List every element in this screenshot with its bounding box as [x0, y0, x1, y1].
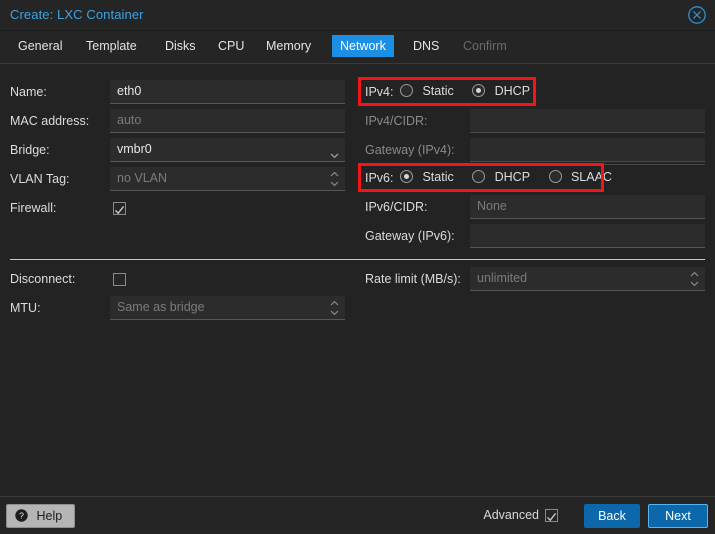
ipv6-slaac-radio[interactable]: SLAAC — [548, 166, 612, 188]
question-circle-icon: ? — [15, 507, 28, 522]
dialog-footer: ? Help Advanced Back Next — [0, 496, 715, 534]
tab-memory[interactable]: Memory — [258, 35, 319, 57]
back-button[interactable]: Back — [584, 504, 640, 528]
rate-limit-input[interactable]: unlimited — [470, 267, 705, 291]
firewall-checkbox[interactable] — [113, 202, 126, 215]
tab-cpu[interactable]: CPU — [210, 35, 252, 57]
disconnect-checkbox[interactable] — [113, 273, 126, 286]
close-circle-icon[interactable] — [687, 5, 707, 25]
ipv4-static-label: Static — [422, 84, 454, 98]
ipv6-static-label: Static — [422, 170, 454, 184]
ipv6-slaac-label: SLAAC — [570, 170, 612, 184]
ipv6-dhcp-radio[interactable]: DHCP — [472, 166, 530, 188]
network-settings-panel: Name: eth0 MAC address: auto Bridge: vmb… — [0, 64, 715, 496]
dialog-titlebar: Create: LXC Container — [0, 0, 715, 31]
mac-address-input[interactable]: auto — [110, 109, 345, 133]
ipv6-gateway-label: Gateway (IPv6): — [365, 229, 455, 243]
chevron-down-icon — [330, 145, 339, 159]
tab-disks[interactable]: Disks — [157, 35, 204, 57]
ipv6-radio-group: Static DHCP SLAAC — [400, 166, 626, 188]
help-button-label: Help — [36, 509, 63, 523]
spinner-updown-icon[interactable] — [330, 170, 339, 188]
advanced-label: Advanced — [483, 508, 539, 522]
ipv6-gateway-input[interactable] — [470, 224, 705, 248]
ipv6-dhcp-label: DHCP — [494, 170, 531, 184]
radio-selected-icon — [472, 84, 486, 97]
tab-confirm: Confirm — [463, 39, 507, 53]
ipv4-gateway-label: Gateway (IPv4): — [365, 143, 455, 157]
radio-selected-icon — [400, 170, 413, 183]
mtu-label: MTU: — [10, 301, 41, 315]
tab-dns[interactable]: DNS — [405, 35, 447, 57]
ipv4-gateway-input[interactable] — [470, 138, 705, 162]
tab-general[interactable]: General — [10, 35, 70, 57]
wizard-tabbar: General Template Disks CPU Memory Networ… — [0, 31, 715, 64]
bridge-select[interactable]: vmbr0 — [110, 138, 345, 162]
mtu-input[interactable]: Same as bridge — [110, 296, 345, 320]
svg-text:?: ? — [19, 511, 24, 521]
radio-unselected-icon — [400, 84, 413, 97]
ipv4-dhcp-label: DHCP — [494, 84, 531, 98]
vlan-tag-label: VLAN Tag: — [10, 172, 70, 186]
bridge-label: Bridge: — [10, 143, 50, 157]
ipv4-radio-group: Static DHCP — [400, 80, 544, 102]
ipv4-static-radio[interactable]: Static — [400, 80, 454, 102]
firewall-label: Firewall: — [10, 201, 57, 215]
ipv4-cidr-input[interactable] — [470, 109, 705, 133]
ipv6-section-divider — [365, 164, 705, 165]
checkmark-icon — [546, 510, 557, 522]
ipv6-cidr-label: IPv6/CIDR: — [365, 200, 428, 214]
vlan-tag-input[interactable]: no VLAN — [110, 167, 345, 191]
name-input[interactable]: eth0 — [110, 80, 345, 104]
ipv4-dhcp-radio[interactable]: DHCP — [472, 80, 530, 102]
tab-template[interactable]: Template — [78, 35, 145, 57]
checkmark-icon — [114, 203, 125, 215]
mac-address-label: MAC address: — [10, 114, 90, 128]
name-label: Name: — [10, 85, 47, 99]
disconnect-label: Disconnect: — [10, 272, 76, 286]
create-lxc-container-dialog: Create: LXC Container General Template D… — [0, 0, 715, 534]
next-button[interactable]: Next — [648, 504, 708, 528]
ipv6-label: IPv6: — [365, 171, 394, 185]
spinner-updown-icon[interactable] — [330, 299, 339, 317]
tab-network[interactable]: Network — [332, 35, 394, 57]
rate-limit-label: Rate limit (MB/s): — [365, 272, 461, 286]
radio-unselected-icon — [472, 170, 486, 183]
ipv6-static-radio[interactable]: Static — [400, 166, 454, 188]
section-divider — [10, 259, 705, 260]
dialog-title: Create: LXC Container — [10, 7, 144, 22]
radio-unselected-icon — [548, 170, 562, 183]
ipv6-cidr-input[interactable]: None — [470, 195, 705, 219]
advanced-checkbox[interactable] — [545, 509, 558, 522]
help-button[interactable]: ? Help — [6, 504, 76, 528]
ipv4-label: IPv4: — [365, 85, 394, 99]
spinner-updown-icon[interactable] — [690, 270, 699, 288]
ipv4-cidr-label: IPv4/CIDR: — [365, 114, 428, 128]
